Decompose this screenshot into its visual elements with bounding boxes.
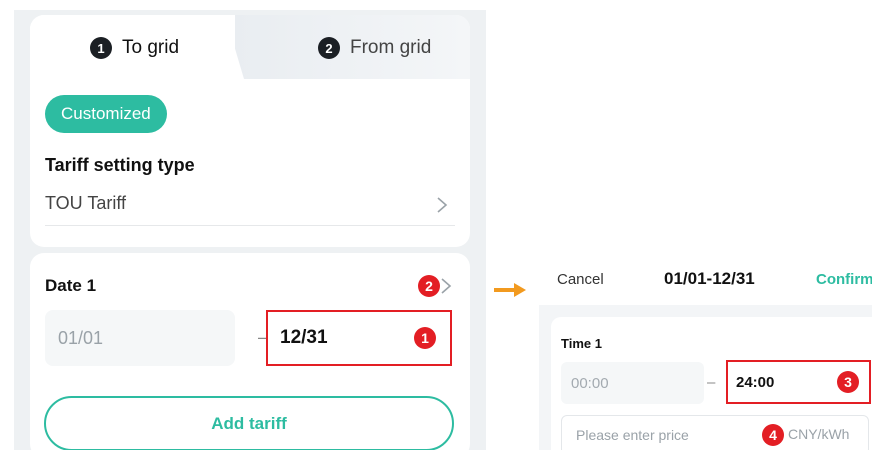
- date-card: Date 1 2 01/01 – 12/31 1 Add tariff: [30, 253, 470, 450]
- annotation-badge-1: 1: [414, 327, 436, 349]
- time-separator: –: [707, 374, 716, 391]
- time-picker-title: 01/01-12/31: [664, 269, 755, 288]
- cancel-button[interactable]: Cancel: [557, 271, 604, 288]
- annotation-badge-2: 2: [418, 275, 440, 297]
- arrow-right-icon: [494, 283, 526, 297]
- tab-label: From grid: [350, 37, 432, 58]
- confirm-button[interactable]: Confirm: [816, 271, 872, 288]
- annotation-badge-4: 4: [762, 424, 784, 446]
- time-picker-header: Cancel 01/01-12/31 Confirm: [539, 253, 872, 305]
- chevron-right-icon[interactable]: [440, 277, 452, 295]
- tariff-card: 1 To grid 2 From grid Customized Tariff …: [30, 15, 470, 247]
- customized-chip[interactable]: Customized: [45, 95, 167, 133]
- tab-from-grid[interactable]: 2 From grid: [318, 35, 431, 61]
- chevron-right-icon[interactable]: [434, 195, 450, 215]
- tab-number-1: 1: [90, 37, 112, 59]
- add-tariff-button[interactable]: Add tariff: [44, 396, 454, 450]
- price-unit: CNY/kWh: [788, 426, 850, 442]
- tariff-setting-type-value[interactable]: TOU Tariff: [45, 193, 126, 214]
- time-label: Time 1: [561, 336, 602, 351]
- start-time-field[interactable]: 00:00: [561, 362, 704, 404]
- time-card: Time 1 00:00 – 24:00 3 Please enter pric…: [551, 317, 872, 450]
- tab-label: To grid: [122, 37, 180, 58]
- left-panel: 1 To grid 2 From grid Customized Tariff …: [14, 10, 486, 450]
- start-date-field[interactable]: 01/01: [45, 310, 235, 366]
- tariff-setting-type-label: Tariff setting type: [45, 155, 195, 175]
- annotation-badge-3: 3: [837, 371, 859, 393]
- divider: [45, 225, 455, 226]
- date-label: Date 1: [45, 276, 97, 295]
- tab-number-2: 2: [318, 37, 340, 59]
- tab-to-grid[interactable]: 1 To grid: [90, 35, 179, 61]
- time-picker-panel: Cancel 01/01-12/31 Confirm Time 1 00:00 …: [539, 253, 872, 450]
